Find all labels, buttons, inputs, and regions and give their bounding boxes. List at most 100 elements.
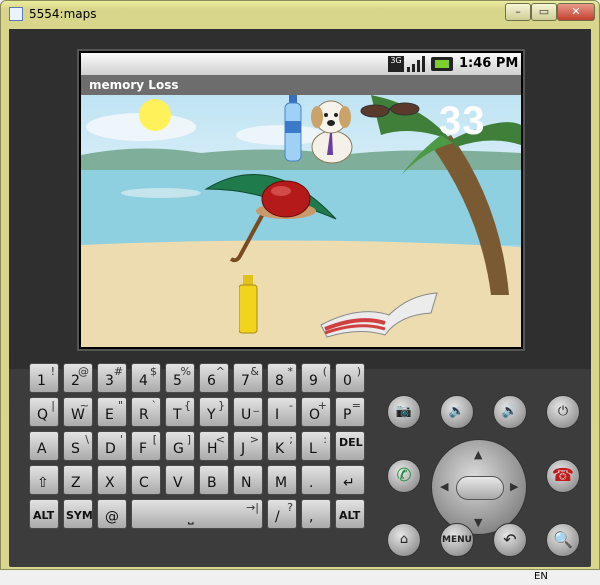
key-8[interactable]: 8 *	[267, 363, 297, 393]
key-y[interactable]: Y}	[199, 397, 229, 427]
sunscreen-bottle-icon[interactable]	[239, 275, 259, 335]
key-7[interactable]: 7 &	[233, 363, 263, 393]
home-icon: ⌂	[399, 532, 409, 547]
key-s[interactable]: S \	[63, 431, 93, 461]
camera-icon: 📷	[395, 404, 413, 419]
dpad-left-icon[interactable]: ◀	[440, 480, 448, 493]
key-5[interactable]: 5%	[165, 363, 195, 393]
call-button[interactable]: ✆	[387, 459, 421, 493]
dpad-center-button[interactable]	[456, 476, 504, 500]
water-bottle-icon[interactable]	[281, 95, 305, 163]
key-r[interactable]: R `	[131, 397, 161, 427]
key-4[interactable]: 4 $	[131, 363, 161, 393]
power-button[interactable]: ⏻	[546, 395, 580, 429]
key-1[interactable]: 1!	[29, 363, 59, 393]
key-alt-left[interactable]: ALT	[29, 499, 59, 529]
key-sym[interactable]: SYM	[63, 499, 93, 529]
key-z[interactable]: Z	[63, 465, 93, 495]
end-call-icon: ☎	[551, 465, 575, 486]
home-button[interactable]: ⌂	[387, 523, 421, 557]
key-t[interactable]: T{	[165, 397, 195, 427]
status-time: 1:46 PM	[459, 56, 519, 71]
key-e[interactable]: E "	[97, 397, 127, 427]
key-c[interactable]: C	[131, 465, 161, 495]
phone-screen: 3G 1:46 PM memory Loss 33	[77, 49, 525, 351]
key-o[interactable]: O +	[301, 397, 331, 427]
key-m[interactable]: M	[267, 465, 297, 495]
key-g[interactable]: G]	[165, 431, 195, 461]
maximize-button[interactable]: ▭	[531, 3, 557, 21]
menu-button[interactable]: MENU	[440, 523, 474, 557]
taskbar: EN	[0, 570, 600, 585]
game-scene[interactable]: 33	[81, 95, 521, 347]
status-bar: 3G 1:46 PM	[81, 53, 521, 75]
dpad-up-icon[interactable]: ▲	[474, 448, 482, 461]
sun-icon	[139, 99, 171, 131]
device-screen-area: 3G 1:46 PM memory Loss 33	[9, 29, 591, 369]
power-icon: ⏻	[557, 404, 569, 419]
key-i[interactable]: I-	[267, 397, 297, 427]
language-indicator[interactable]: EN	[534, 571, 548, 582]
key-w[interactable]: W ~	[63, 397, 93, 427]
key-6[interactable]: 6 ^	[199, 363, 229, 393]
volume-down-icon: 🔉	[448, 404, 466, 419]
title-bar: 5554:maps – ▭ ✕	[1, 1, 599, 27]
signal-icon	[407, 56, 427, 72]
search-icon: 🔍	[553, 530, 573, 549]
key-enter[interactable]: ↵	[335, 465, 365, 495]
key-q[interactable]: Q |	[29, 397, 59, 427]
search-button[interactable]: 🔍	[546, 523, 580, 557]
app-title: memory Loss	[81, 75, 521, 95]
key-j[interactable]: J >	[233, 431, 263, 461]
emulator-window: 5554:maps – ▭ ✕ 3G 1:46 PM memory Loss 3…	[0, 0, 600, 570]
dpad-right-icon[interactable]: ▶	[510, 480, 518, 493]
emulator-device: 3G 1:46 PM memory Loss 33 1 ! 2 @ 3 # 4 …	[9, 29, 591, 567]
volume-up-icon: 🔊	[501, 404, 519, 419]
sunglasses-icon[interactable]	[359, 97, 423, 119]
key-period[interactable]: .	[301, 465, 331, 495]
key-at[interactable]: @	[97, 499, 127, 529]
key-slash[interactable]: /?	[267, 499, 297, 529]
back-icon: ↶	[503, 530, 517, 549]
key-space[interactable]: →| ⎵	[131, 499, 263, 529]
minimize-button[interactable]: –	[505, 3, 531, 21]
back-button[interactable]: ↶	[493, 523, 527, 557]
call-icon: ✆	[396, 465, 412, 486]
window-icon	[9, 7, 23, 21]
key-k[interactable]: K;	[267, 431, 297, 461]
key-h[interactable]: H <	[199, 431, 229, 461]
puppy-icon[interactable]	[303, 95, 361, 165]
end-call-button[interactable]: ☎	[546, 459, 580, 493]
key-del[interactable]: DEL	[335, 431, 365, 461]
hardware-keyboard: 1! 2 @ 3 # 4 $ 5% 6 ^ 7 & 8 * 9( 0) Q | W ~ E " R…	[29, 363, 379, 537]
key-3[interactable]: 3 #	[97, 363, 127, 393]
dpad[interactable]: ▲ ▼ ◀ ▶	[431, 439, 527, 535]
key-2[interactable]: 2 @	[63, 363, 93, 393]
volume-down-button[interactable]: 🔉	[440, 395, 474, 429]
key-alt-right[interactable]: ALT	[335, 499, 365, 529]
window-title: 5554:maps	[29, 7, 97, 21]
network-3g-icon: 3G	[388, 56, 404, 72]
battery-icon	[431, 57, 453, 71]
dpad-down-icon[interactable]: ▼	[474, 516, 482, 529]
key-x[interactable]: X	[97, 465, 127, 495]
key-a[interactable]: A	[29, 431, 59, 461]
key-comma[interactable]: ,	[301, 499, 331, 529]
key-p[interactable]: P =	[335, 397, 365, 427]
hat-icon[interactable]	[251, 175, 321, 225]
key-shift[interactable]: ⇧	[29, 465, 59, 495]
volume-up-button[interactable]: 🔊	[493, 395, 527, 429]
close-button[interactable]: ✕	[557, 3, 595, 21]
key-l[interactable]: L:	[301, 431, 331, 461]
key-b[interactable]: B	[199, 465, 229, 495]
camera-button[interactable]: 📷	[387, 395, 421, 429]
key-u[interactable]: U _	[233, 397, 263, 427]
key-0[interactable]: 0)	[335, 363, 365, 393]
key-n[interactable]: N	[233, 465, 263, 495]
key-d[interactable]: D '	[97, 431, 127, 461]
key-9[interactable]: 9(	[301, 363, 331, 393]
key-f[interactable]: F[	[131, 431, 161, 461]
towel-icon[interactable]	[319, 285, 439, 340]
score-counter: 33	[439, 99, 486, 143]
key-v[interactable]: V	[165, 465, 195, 495]
